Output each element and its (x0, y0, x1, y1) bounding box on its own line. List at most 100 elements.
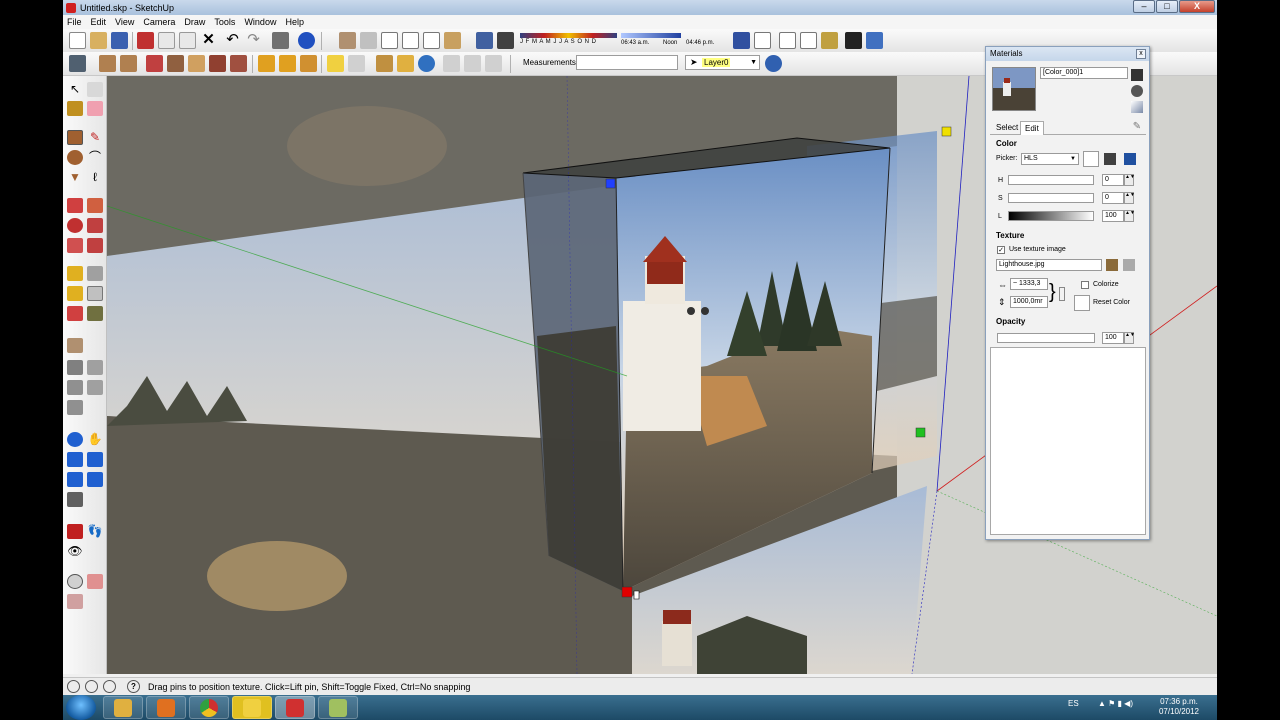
wireframe-style-icon[interactable] (754, 32, 771, 49)
eraser-icon[interactable] (87, 101, 103, 116)
browse-texture-icon[interactable] (1106, 259, 1118, 271)
3d-text-tool-icon[interactable] (87, 306, 103, 321)
tab-edit[interactable]: Edit (1020, 121, 1044, 135)
section-icon[interactable] (188, 55, 205, 72)
taskbar-app-yellow[interactable] (232, 696, 272, 719)
menu-help[interactable]: Help (285, 17, 304, 27)
green-pin-icon[interactable] (915, 427, 926, 438)
component-icon[interactable] (146, 55, 163, 72)
s-spinner[interactable]: ▲▼ (1124, 192, 1135, 204)
scale-icon[interactable] (67, 238, 83, 253)
text-label-icon[interactable] (327, 55, 344, 72)
add-detail-icon[interactable] (464, 55, 481, 72)
freehand-icon[interactable]: ℓ (87, 170, 103, 185)
component-select-icon[interactable] (67, 360, 83, 375)
l-spinner[interactable]: ▲▼ (1124, 210, 1135, 222)
back-view-icon[interactable] (423, 32, 440, 49)
create-material-icon[interactable] (1131, 85, 1143, 97)
sample-paint-icon[interactable]: ✎ (1131, 121, 1143, 133)
cut-icon[interactable] (137, 32, 154, 49)
redo-icon[interactable]: ↷ (245, 32, 262, 49)
colorize-checkbox[interactable] (1081, 281, 1089, 289)
geo-location-icon[interactable] (67, 680, 80, 693)
geo-icon[interactable] (209, 55, 226, 72)
language-indicator[interactable]: ES (1068, 699, 1079, 708)
tray-icons[interactable]: ▲ ⚑ ▮ ◀) (1098, 699, 1133, 708)
iso-view-icon[interactable] (339, 32, 356, 49)
group-icon[interactable] (167, 55, 184, 72)
dimensions-icon[interactable] (87, 266, 103, 281)
rectangle-icon[interactable] (67, 130, 83, 145)
next-view-icon[interactable] (67, 492, 83, 507)
sandbox-drape-icon[interactable] (376, 55, 393, 72)
text-tool-icon[interactable] (87, 286, 103, 301)
previous-view-icon[interactable] (67, 472, 83, 487)
reset-color-swatch[interactable] (1074, 295, 1090, 311)
taskbar-explorer[interactable] (103, 696, 143, 719)
red-pin-icon[interactable] (621, 586, 633, 598)
walk-icon[interactable] (279, 55, 296, 72)
protractor-icon[interactable] (67, 286, 83, 301)
reset-color-label[interactable]: Reset Color (1093, 299, 1130, 306)
make-component-icon[interactable] (87, 82, 103, 97)
materials-close-button[interactable]: x (1136, 49, 1146, 59)
time-slider[interactable] (621, 33, 681, 38)
texture-width-field[interactable]: ~ 1333,3 (1010, 278, 1048, 290)
look-around-eye-icon[interactable]: 👁 (67, 544, 83, 559)
h-slider[interactable] (1008, 175, 1094, 185)
save-icon[interactable] (111, 32, 128, 49)
minimize-button[interactable]: – (1133, 0, 1155, 13)
layer-select[interactable]: ➤ Layer0 ▼ (685, 55, 760, 70)
position-camera-icon[interactable] (300, 55, 317, 72)
crosshair-icon[interactable] (67, 574, 83, 589)
get-models-icon[interactable] (69, 55, 86, 72)
user-icon[interactable] (103, 680, 116, 693)
default-material-icon[interactable] (1131, 101, 1143, 113)
material-name-field[interactable]: [Color_000]1 (1040, 67, 1128, 79)
s-value-field[interactable]: 0 (1102, 192, 1124, 204)
menu-draw[interactable]: Draw (184, 17, 205, 27)
follow-me-icon[interactable] (258, 55, 275, 72)
shaded-textures-style-icon[interactable] (821, 32, 838, 49)
color-swatch[interactable] (1083, 151, 1099, 167)
display-shadows-icon[interactable] (497, 32, 514, 49)
copy-icon[interactable] (158, 32, 175, 49)
section-plane-icon[interactable] (67, 338, 83, 353)
texture-height-field[interactable]: 1000,0mr (1010, 296, 1048, 308)
opacity-spinner[interactable]: ▲▼ (1124, 332, 1135, 344)
follow-me-tool-icon[interactable] (87, 218, 103, 233)
taskbar-app-green[interactable] (318, 696, 358, 719)
right-view-icon[interactable] (402, 32, 419, 49)
scenes-icon[interactable] (87, 380, 103, 395)
undo-icon[interactable]: ↶ (224, 32, 241, 49)
stamp-icon[interactable] (397, 55, 414, 72)
zoom-extents-icon[interactable] (87, 472, 103, 487)
flip-edge-icon[interactable] (485, 55, 502, 72)
google-earth-icon[interactable] (418, 55, 435, 72)
use-texture-checkbox[interactable]: ✓ (997, 246, 1005, 254)
front-view-icon[interactable] (381, 32, 398, 49)
l-slider[interactable] (1008, 211, 1094, 221)
menu-edit[interactable]: Edit (91, 17, 107, 27)
zoom-window-icon[interactable] (87, 452, 103, 467)
blue-pin-icon[interactable] (605, 178, 616, 189)
outliner-icon[interactable] (67, 380, 83, 395)
paste-icon[interactable] (179, 32, 196, 49)
model-info-icon[interactable] (298, 32, 315, 49)
arc-icon[interactable]: ⌒ (87, 150, 103, 165)
photo-match-icon[interactable] (87, 574, 103, 589)
menu-tools[interactable]: Tools (214, 17, 235, 27)
push-pull-icon[interactable] (87, 198, 103, 213)
taskbar-sketchup[interactable] (275, 696, 315, 719)
open-folder-icon[interactable] (90, 32, 107, 49)
sandbox-icon[interactable] (99, 55, 116, 72)
rotate-icon[interactable] (67, 218, 83, 233)
polygon-icon[interactable]: ▼ (67, 170, 83, 185)
circle-icon[interactable] (67, 150, 83, 165)
layers-tool-icon[interactable] (67, 400, 83, 415)
line-pencil-icon[interactable]: ✎ (87, 130, 103, 145)
sandbox-2-icon[interactable] (120, 55, 137, 72)
xray-style-icon[interactable] (733, 32, 750, 49)
display-secondary-pane-icon[interactable] (1131, 69, 1143, 81)
walk-footprints-icon[interactable]: 👣 (87, 524, 103, 539)
